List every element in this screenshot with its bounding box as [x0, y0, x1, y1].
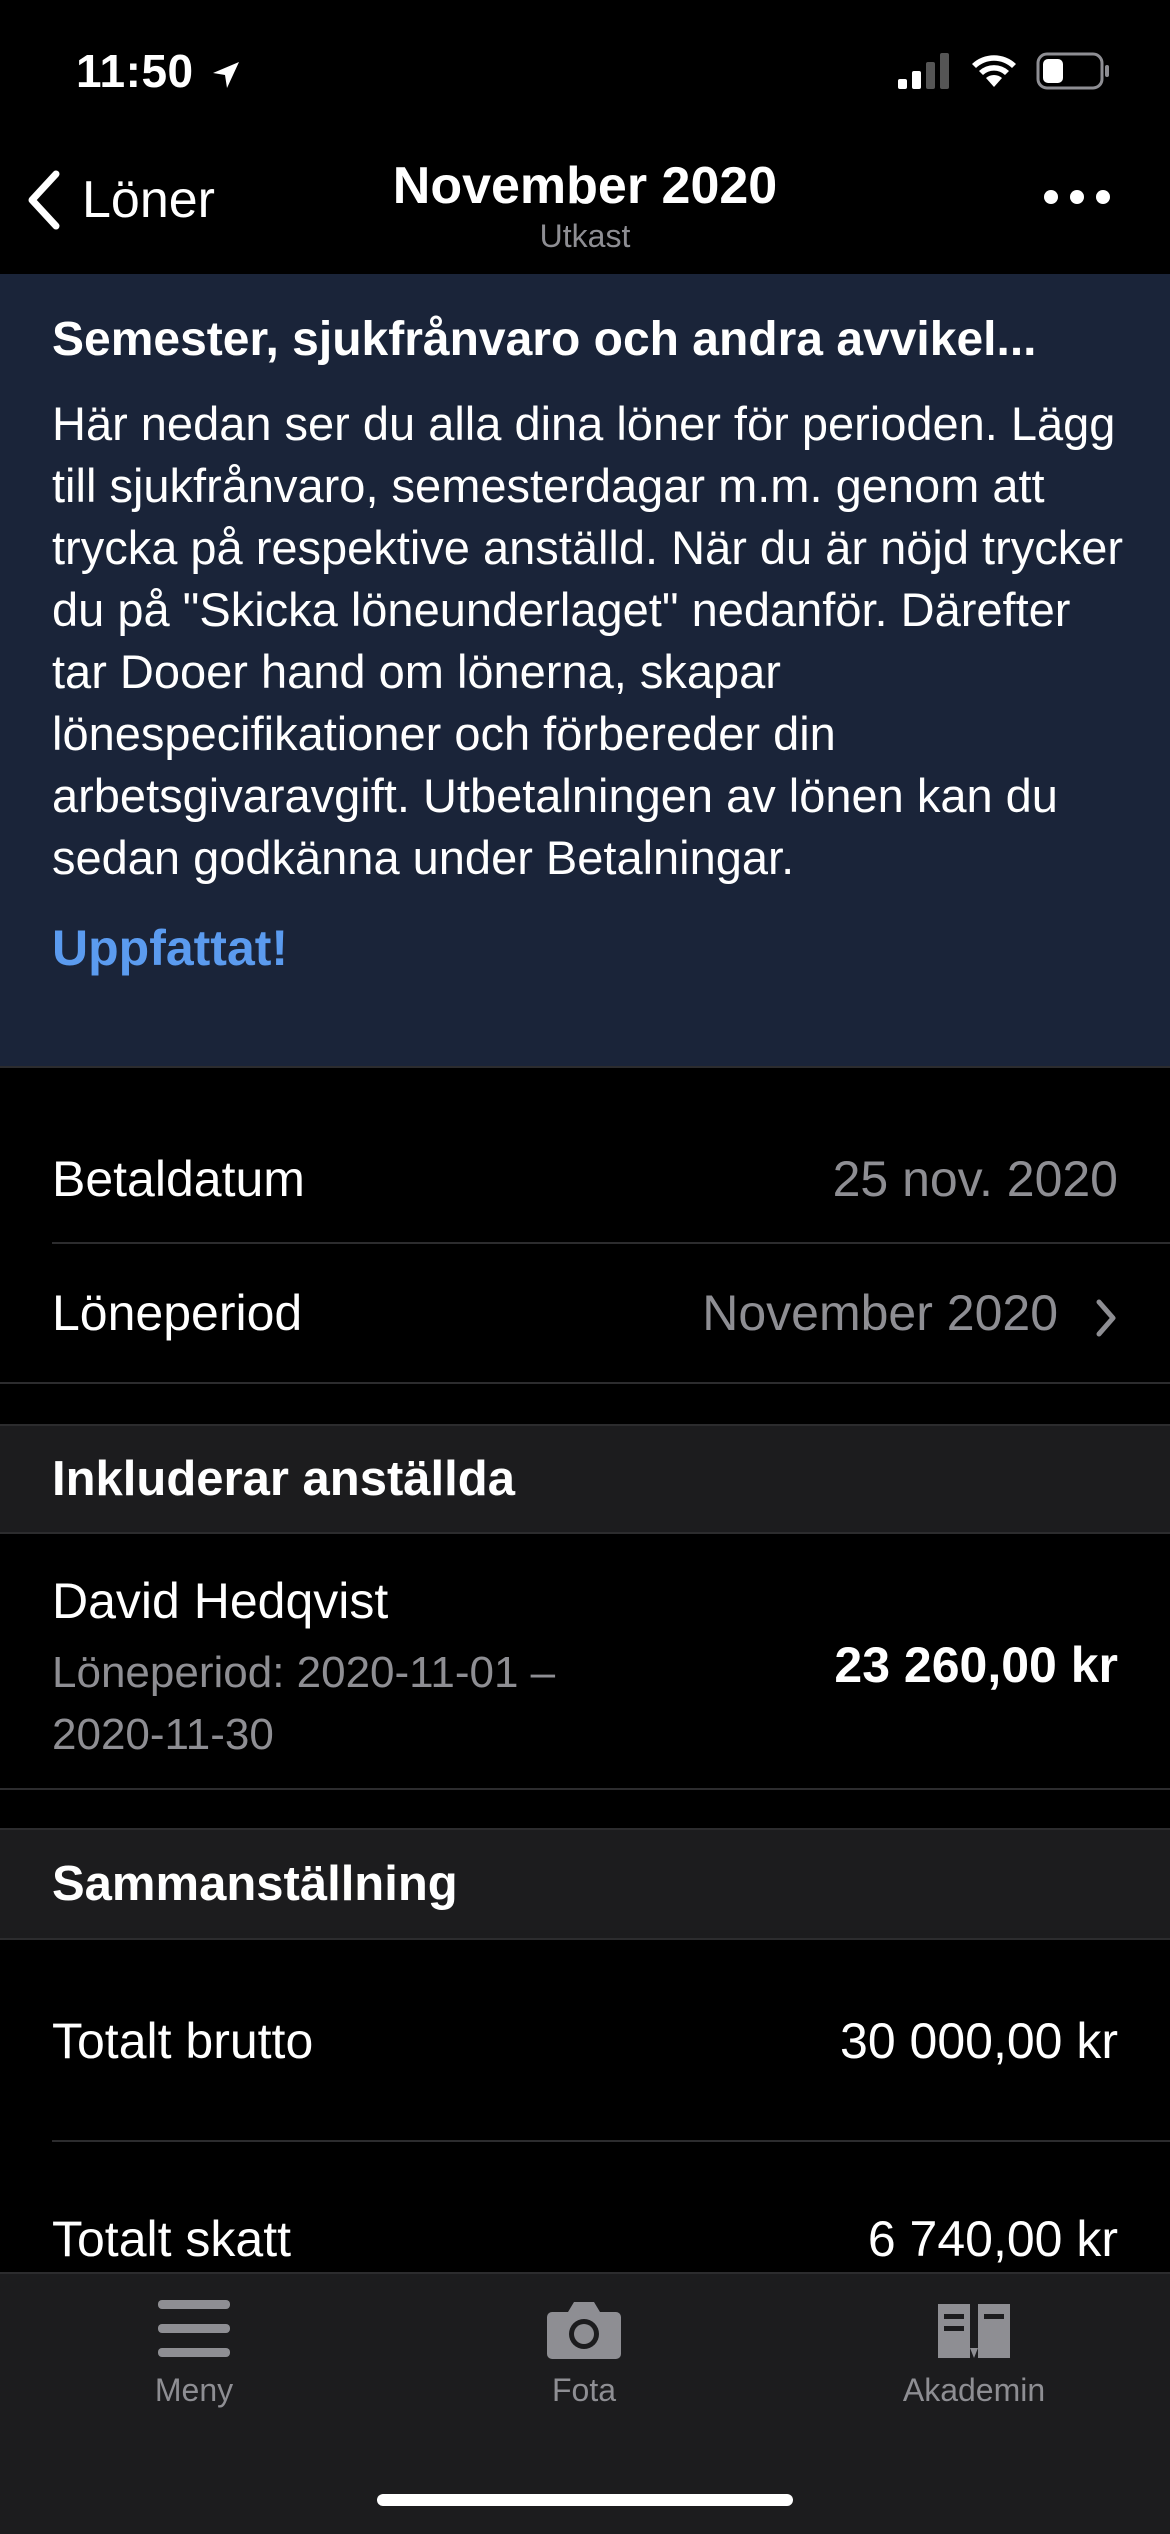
employee-row[interactable]: David Hedqvist Löneperiod: 2020-11-01 – … [0, 1536, 1170, 1788]
status-time: 11:50 [76, 44, 241, 98]
period-value: November 2020 [702, 1285, 1058, 1341]
battery-icon [1036, 52, 1109, 90]
more-options-button[interactable] [1044, 190, 1110, 204]
divider [0, 1788, 1170, 1790]
employee-period-line1: Löneperiod: 2020-11-01 – [52, 1648, 556, 1697]
paydate-row[interactable]: Betaldatum 25 nov. 2020 [0, 1110, 1170, 1242]
employee-period-line2: 2020-11-30 [52, 1710, 274, 1759]
camera-icon [547, 2302, 621, 2359]
gross-row: Totalt brutto 30 000,00 kr [0, 1942, 1170, 2140]
page-title: November 2020 [392, 157, 778, 215]
banner-title: Semester, sjukfrånvaro och andra avvikel… [52, 313, 1037, 366]
divider [0, 1382, 1170, 1384]
summary-header: Sammanställning [0, 1828, 1170, 1940]
home-indicator [377, 2494, 793, 2506]
tax-value: 6 740,00 kr [867, 2211, 1118, 2267]
dot-icon [1096, 190, 1110, 204]
cellular-signal-icon [898, 53, 949, 89]
tab-photo-label: Fota [551, 2372, 617, 2408]
banner-body: Här nedan ser du alla dina löner för per… [52, 397, 1124, 884]
period-row[interactable]: Löneperiod November 2020 [0, 1244, 1170, 1382]
employee-period: Löneperiod: 2020-11-01 – 2020-11-30 [52, 1642, 555, 1766]
tab-menu-label: Meny [154, 2372, 234, 2408]
tab-photo[interactable]: Fota [434, 2296, 734, 2409]
period-label: Löneperiod [52, 1285, 303, 1341]
wifi-icon [972, 55, 1016, 87]
employees-header: Inkluderar anställda [0, 1424, 1170, 1534]
gross-label: Totalt brutto [52, 2013, 314, 2069]
location-arrow-icon [212, 61, 239, 88]
employee-name: David Hedqvist [52, 1573, 389, 1629]
status-icons [898, 52, 1110, 90]
divider [0, 1066, 1170, 1068]
tax-label: Totalt skatt [52, 2211, 291, 2267]
book-icon [938, 2304, 1010, 2358]
chevron-right-icon [1096, 1299, 1116, 1337]
menu-icon [158, 2300, 230, 2357]
paydate-label: Betaldatum [52, 1151, 305, 1207]
employee-amount: 23 260,00 kr [834, 1637, 1118, 1693]
clock-text: 11:50 [76, 45, 194, 97]
tab-academy[interactable]: Akademin [824, 2296, 1124, 2409]
gross-value: 30 000,00 kr [840, 2013, 1118, 2069]
dot-icon [1044, 190, 1058, 204]
page-subtitle: Utkast [539, 218, 631, 254]
info-banner: Semester, sjukfrånvaro och andra avvikel… [0, 274, 1170, 1066]
dismiss-link[interactable]: Uppfattat! [52, 919, 1118, 977]
dot-icon [1070, 190, 1084, 204]
tab-academy-label: Akademin [902, 2372, 1046, 2408]
tax-row: Totalt skatt 6 740,00 kr [0, 2142, 1170, 2272]
tab-menu[interactable]: Meny [44, 2296, 344, 2409]
paydate-value: 25 nov. 2020 [832, 1151, 1118, 1207]
